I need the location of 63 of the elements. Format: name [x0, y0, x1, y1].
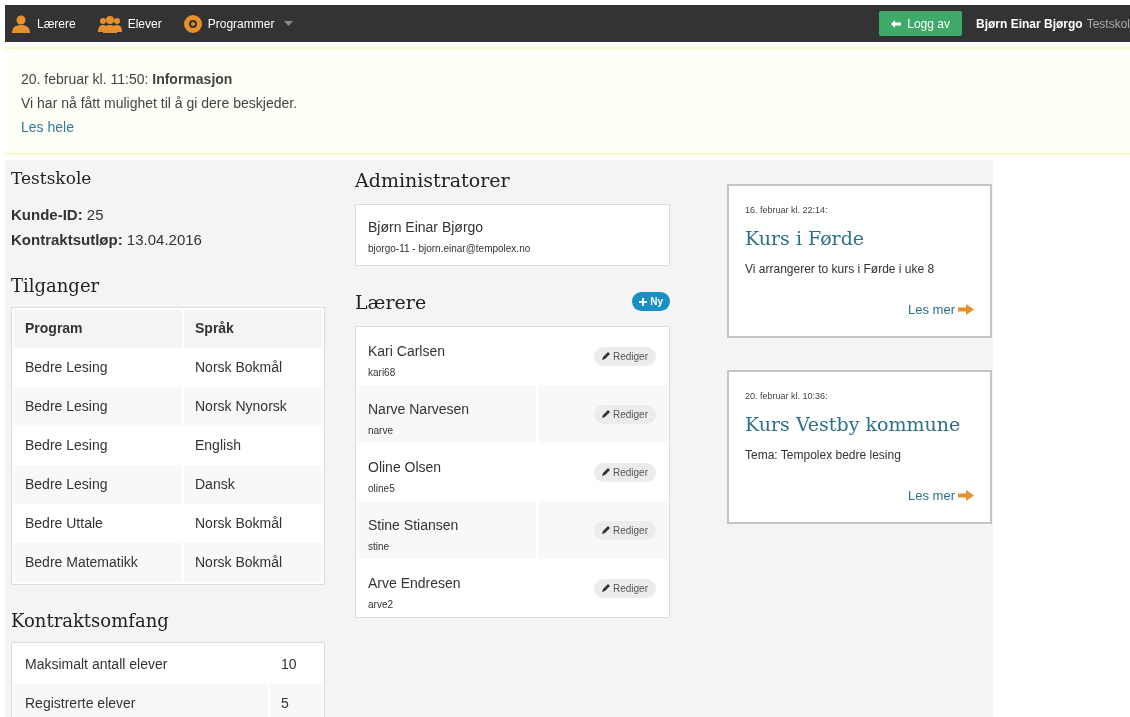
teacher-username: narve: [368, 424, 394, 438]
arrow-left-icon: [891, 19, 902, 28]
table-cell: Norsk Bokmål: [184, 542, 322, 582]
nav-link[interactable]: Lærere: [37, 14, 76, 33]
news-date: 20. februar kl. 10:36:: [745, 390, 829, 403]
section-heading: Tilganger: [11, 273, 101, 298]
arrow-right-icon: [958, 490, 974, 502]
teacher-name: Stine Stiansen: [368, 516, 460, 535]
column-header: Språk: [184, 309, 322, 348]
edit-button[interactable]: Rediger: [593, 346, 656, 366]
table-cell: 5: [270, 683, 322, 717]
news-title: Kurs i Førde: [745, 225, 866, 251]
notice-title: 20. februar kl. 11:50: Informasjon: [21, 70, 234, 89]
teacher-name: Narve Narvesen: [368, 400, 471, 419]
arrow-right-icon: [958, 304, 974, 316]
edit-button[interactable]: Rediger: [593, 520, 656, 540]
table-cell: Bedre Matematikk: [14, 542, 182, 582]
section-heading: Administratorer: [355, 168, 511, 193]
pencil-icon: [601, 584, 610, 592]
school-heading: Testskole: [11, 167, 93, 190]
news-title: Kurs Vestby kommune: [745, 411, 962, 437]
pencil-icon: [601, 410, 610, 418]
teacher-name: Oline Olsen: [368, 458, 443, 477]
news-text: Vi arrangerer to kurs i Førde i uke 8: [745, 261, 936, 278]
table-cell: Registrerte elever: [14, 683, 268, 717]
nav-link[interactable]: Programmer: [207, 14, 275, 33]
nav-link[interactable]: Elever: [127, 14, 162, 33]
admin-name: Bjørn Einar Bjørgo: [368, 217, 485, 237]
read-more-link[interactable]: Les mer: [908, 300, 955, 320]
teacher-username: arve2: [368, 598, 394, 612]
notice-text: Vi har nå fått mulighet til å gi dere beskjeder.: [21, 94, 298, 113]
news-text: Tema: Tempolex bedre lesing: [745, 447, 902, 464]
section-heading: Kontraktsomfang: [11, 608, 170, 633]
plus-icon: [639, 297, 648, 306]
table-cell: Bedre Lesing: [14, 464, 182, 504]
teacher-username: kari68: [368, 366, 397, 380]
school-name: Testskol: [1086, 15, 1130, 33]
disc-icon: [183, 14, 202, 33]
pencil-icon: [601, 352, 610, 360]
column-header: Program: [14, 309, 182, 348]
edit-button[interactable]: Rediger: [593, 462, 656, 482]
teacher-username: stine: [368, 540, 391, 554]
pencil-icon: [601, 468, 610, 476]
read-more-link[interactable]: Les mer: [908, 486, 955, 506]
new-button[interactable]: Ny: [632, 292, 670, 312]
edit-button[interactable]: Rediger: [593, 404, 656, 424]
table-cell: Dansk: [184, 464, 322, 504]
group-icon: [97, 14, 122, 33]
section-heading: Lærere: [355, 289, 427, 315]
teacher-name: Arve Endresen: [368, 574, 462, 593]
table-cell: Norsk Nynorsk: [184, 386, 322, 426]
read-all-link[interactable]: Les hele: [21, 119, 74, 135]
news-date: 16. februar kl. 22:14:: [745, 204, 829, 217]
table-cell: Bedre Lesing: [14, 386, 182, 426]
info-line: Kunde-ID: 25: [11, 204, 105, 225]
edit-button[interactable]: Rediger: [593, 578, 656, 598]
admin-detail: bjorgo-11 - bjorn.einar@tempolex.no: [368, 241, 532, 256]
pencil-icon: [601, 526, 610, 534]
user-name: Bjørn Einar Bjørgo: [975, 15, 1083, 33]
info-line: Kontraktsutløp: 13.04.2016: [11, 229, 203, 250]
person-icon: [11, 14, 31, 33]
teacher-name: Kari Carlsen: [368, 342, 447, 361]
teacher-username: oline5: [368, 482, 396, 496]
